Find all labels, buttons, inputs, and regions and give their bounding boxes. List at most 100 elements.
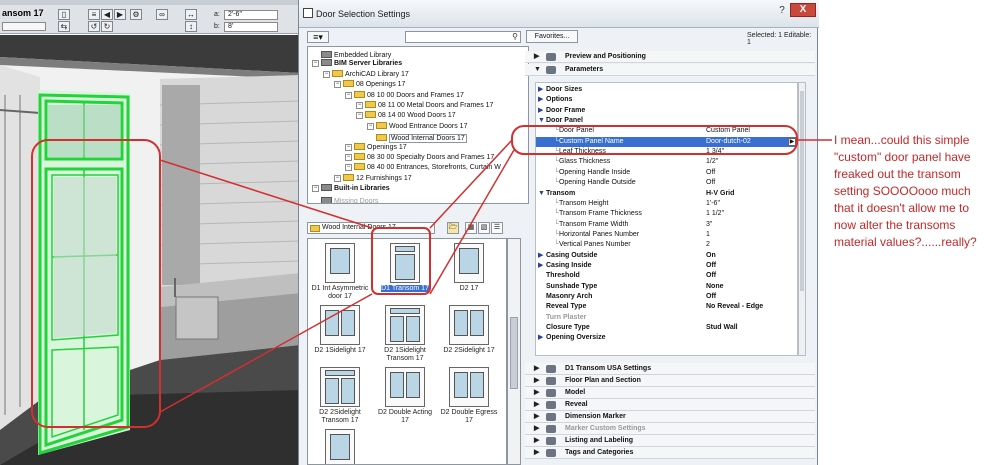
parameters-table[interactable]: ▶ Door Sizes ▶ Options ▶ Door Frame ▼ Door Pane… bbox=[535, 82, 798, 356]
close-button[interactable]: X bbox=[790, 3, 816, 17]
expand-triangle-icon[interactable]: ▶ bbox=[534, 423, 539, 434]
settings-panel-header[interactable]: ▶ Model bbox=[525, 387, 815, 399]
library-item[interactable]: D2 Double Acting 17 bbox=[375, 367, 435, 425]
settings-panel-header[interactable]: ▶ D1 Transom USA Settings bbox=[525, 363, 815, 375]
expand-toggle-icon[interactable]: − bbox=[312, 60, 319, 68]
tree-item[interactable]: Embedded Library bbox=[312, 49, 391, 59]
library-search-input[interactable]: ⚲ bbox=[405, 31, 521, 43]
parameter-value[interactable]: Off bbox=[706, 168, 715, 178]
chain-icon[interactable]: ∞ bbox=[156, 9, 168, 20]
expand-triangle-icon[interactable]: ▶ bbox=[534, 387, 539, 398]
3d-viewport[interactable] bbox=[0, 35, 300, 465]
library-item[interactable]: D1 Int Asymmetric door 17 bbox=[310, 243, 370, 301]
geometry-method-icon[interactable]: ≡ bbox=[88, 9, 100, 20]
parameter-value[interactable]: 1/2" bbox=[706, 157, 718, 167]
favorites-button[interactable]: Favorites... bbox=[526, 30, 578, 43]
collapse-triangle-icon[interactable]: ▼ bbox=[538, 189, 545, 199]
parameter-value[interactable]: No Reveal - Edge bbox=[706, 302, 763, 312]
library-items-scrollbar[interactable] bbox=[507, 238, 521, 465]
parameter-row[interactable]: Threshold Off bbox=[536, 271, 797, 281]
parameter-row[interactable]: ▶ Opening Oversize bbox=[536, 333, 797, 343]
settings-panel-header[interactable]: ▶ Floor Plan and Section bbox=[525, 375, 815, 387]
expand-toggle-icon[interactable]: − bbox=[312, 185, 319, 193]
tree-item[interactable]: − 08 40 00 Entrances, Storefronts, Curtai… bbox=[345, 163, 501, 173]
dialog-titlebar[interactable]: Door Selection Settings ? X bbox=[299, 0, 819, 28]
library-items-grid[interactable]: D1 Int Asymmetric door 17 D1 Transom 17 D2… bbox=[307, 238, 507, 465]
parameter-row[interactable]: Vertical Panes Number 2 bbox=[536, 240, 797, 250]
library-item[interactable]: D2 2Sidelight Transom 17 bbox=[310, 367, 370, 425]
tree-item[interactable]: − Openings 17 bbox=[345, 142, 407, 153]
parameter-row[interactable]: Horizontal Panes Number 1 bbox=[536, 230, 797, 240]
expand-triangle-icon[interactable]: ▶ bbox=[534, 375, 539, 386]
tree-item[interactable]: − 08 Openings 17 bbox=[334, 80, 405, 90]
expand-toggle-icon[interactable]: − bbox=[323, 70, 330, 78]
list-view-icon[interactable]: ☰ bbox=[491, 222, 503, 234]
expand-toggle-icon[interactable]: − bbox=[345, 143, 352, 151]
parameter-row[interactable]: Turn Plaster bbox=[536, 313, 797, 323]
parameter-row[interactable]: Door Panel Custom Panel bbox=[536, 126, 797, 136]
help-button[interactable]: ? bbox=[774, 5, 790, 17]
parameter-value[interactable]: Custom Panel bbox=[706, 126, 750, 136]
expand-toggle-icon[interactable]: − bbox=[367, 122, 374, 130]
parameter-row[interactable]: Masonry Arch Off bbox=[536, 292, 797, 302]
expand-triangle-icon[interactable]: ▶ bbox=[538, 261, 543, 271]
library-item[interactable]: D2 1Sidelight Transom 17 bbox=[375, 305, 435, 363]
height-field[interactable]: 8' bbox=[224, 22, 278, 32]
expand-triangle-icon[interactable]: ▶ bbox=[534, 411, 539, 422]
expand-toggle-icon[interactable]: − bbox=[356, 102, 363, 109]
expand-triangle-icon[interactable]: ▶ bbox=[534, 435, 539, 446]
settings-panel-header[interactable]: ▶ Preview and Positioning bbox=[525, 51, 815, 63]
collapse-triangle-icon[interactable]: ▼ bbox=[538, 116, 545, 126]
collapse-triangle-icon[interactable]: ▼ bbox=[534, 64, 541, 75]
expand-toggle-icon[interactable]: − bbox=[345, 164, 352, 172]
tree-item[interactable]: − 08 11 00 Metal Doors and Frames 17 bbox=[356, 101, 493, 111]
parameter-value[interactable]: H-V Grid bbox=[706, 189, 734, 199]
tree-item[interactable]: − Wood Entrance Doors 17 bbox=[367, 121, 467, 132]
parameter-value[interactable]: Stud Wall bbox=[706, 323, 738, 333]
folder-selector[interactable]: Wood Internal Doors 17 bbox=[307, 222, 435, 234]
library-item[interactable]: D2 17 bbox=[439, 243, 499, 293]
toolbar-selector[interactable] bbox=[2, 22, 46, 31]
library-item[interactable]: D2 2Sidelight 17 bbox=[439, 305, 499, 355]
parameter-row[interactable]: Transom Height 1'-6" bbox=[536, 199, 797, 209]
parameter-row[interactable]: Opening Handle Inside Off bbox=[536, 168, 797, 178]
parameter-row[interactable]: ▶ Casing Outside On bbox=[536, 251, 797, 261]
library-view-button[interactable]: ≡▾ bbox=[307, 31, 329, 43]
expand-triangle-icon[interactable]: ▶ bbox=[534, 51, 539, 62]
expand-triangle-icon[interactable]: ▶ bbox=[538, 95, 543, 105]
parameter-value[interactable]: On bbox=[706, 251, 716, 261]
library-item[interactable] bbox=[310, 429, 370, 464]
expand-triangle-icon[interactable]: ▶ bbox=[538, 106, 543, 116]
parameter-row[interactable]: Opening Handle Outside Off bbox=[536, 178, 797, 188]
anchor-left-icon[interactable]: ◀ bbox=[101, 9, 113, 20]
settings-panel-header[interactable]: ▶ Listing and Labeling bbox=[525, 435, 815, 447]
parameter-value[interactable]: Door-dutch-02 bbox=[706, 137, 751, 147]
parameters-scroll-thumb[interactable] bbox=[800, 91, 804, 291]
parameter-value[interactable]: None bbox=[706, 282, 724, 292]
parameter-value[interactable]: 3" bbox=[706, 220, 712, 230]
parameter-row[interactable]: Transom Frame Thickness 1 1/2" bbox=[536, 209, 797, 219]
parameter-row[interactable]: ▼ Transom H-V Grid bbox=[536, 189, 797, 199]
door-icon[interactable]: ▯ bbox=[58, 9, 70, 20]
settings-panel-header[interactable]: ▶ Tags and Categories bbox=[525, 447, 815, 459]
parameter-row[interactable]: Sunshade Type None bbox=[536, 282, 797, 292]
parameter-row[interactable]: Custom Panel Name Door-dutch-02 ▶ bbox=[536, 136, 797, 148]
parameter-value[interactable]: 1 bbox=[706, 230, 710, 240]
parameter-row[interactable]: ▶ Casing Inside Off bbox=[536, 261, 797, 271]
tree-item[interactable]: − 08 10 00 Doors and Frames 17 bbox=[345, 90, 464, 101]
tree-item[interactable]: Missing Doors bbox=[312, 195, 378, 203]
parameter-row[interactable]: ▼ Door Panel bbox=[536, 116, 797, 126]
tree-item[interactable]: − Built-in Libraries bbox=[312, 184, 390, 194]
expand-triangle-icon[interactable]: ▶ bbox=[534, 447, 539, 458]
expand-triangle-icon[interactable]: ▶ bbox=[534, 399, 539, 410]
anchor-right-icon[interactable]: ▶ bbox=[114, 9, 126, 20]
expand-triangle-icon[interactable]: ▶ bbox=[534, 363, 539, 374]
library-tree[interactable]: Embedded Library − BIM Server Libraries − Ar… bbox=[307, 46, 529, 204]
flip-icon[interactable]: ⇆ bbox=[58, 21, 70, 32]
tree-item[interactable]: Wood Internal Doors 17 bbox=[367, 132, 467, 144]
parameter-row[interactable]: Reveal Type No Reveal - Edge bbox=[536, 302, 797, 312]
library-item[interactable]: D2 Double Egress 17 bbox=[439, 367, 499, 425]
width-field[interactable]: 2'-6" bbox=[224, 10, 278, 20]
parameter-value[interactable]: Off bbox=[706, 178, 715, 188]
scrollbar-thumb[interactable] bbox=[510, 317, 518, 389]
